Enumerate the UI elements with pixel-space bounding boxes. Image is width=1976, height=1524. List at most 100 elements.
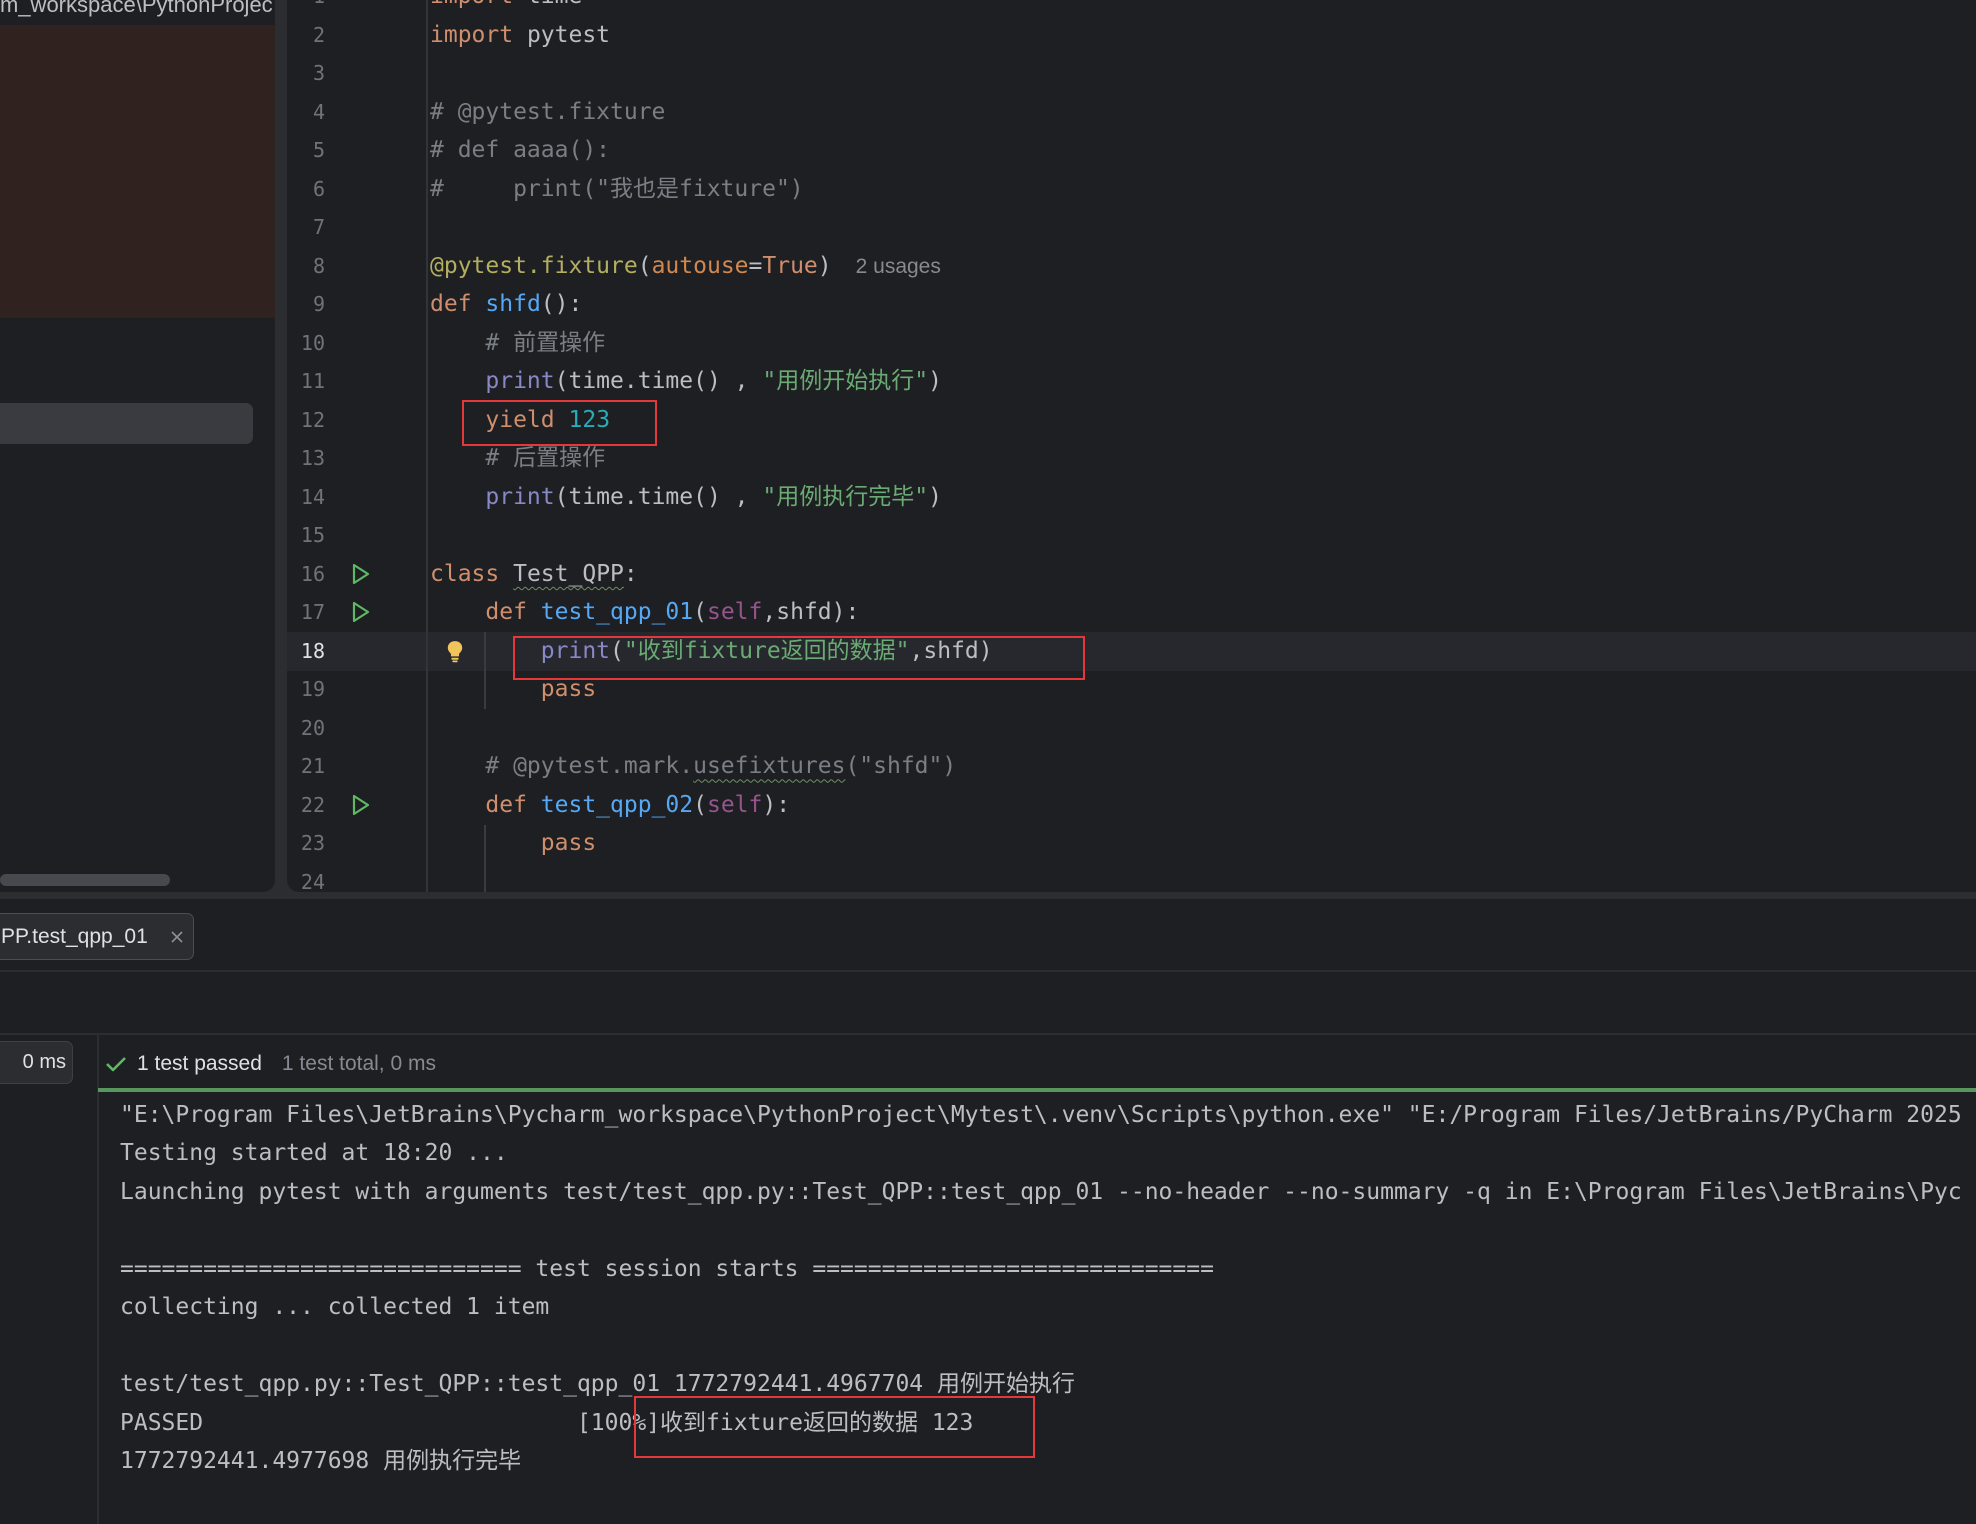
- code-line[interactable]: 20: [287, 709, 1976, 748]
- code-text[interactable]: def shfd():: [430, 285, 582, 324]
- line-number[interactable]: 24: [287, 863, 325, 892]
- code-token: usefixtures: [693, 753, 846, 780]
- run-icon[interactable]: [348, 793, 372, 817]
- line-number[interactable]: 19: [287, 670, 325, 709]
- code-line[interactable]: 16 class Test_QPP:: [287, 555, 1976, 594]
- code-line[interactable]: 11 print(time.time() , "用例开始执行"): [287, 362, 1976, 401]
- line-number[interactable]: 6: [287, 170, 325, 209]
- code-token: class: [430, 560, 500, 587]
- line-number[interactable]: 1: [287, 0, 325, 16]
- project-tree-selected-row[interactable]: [0, 403, 253, 444]
- code-line[interactable]: 3: [287, 54, 1976, 93]
- test-duration[interactable]: 0 ms: [0, 1041, 73, 1084]
- line-number[interactable]: 17: [287, 593, 325, 632]
- code-text[interactable]: print(time.time() , "用例开始执行"): [430, 362, 942, 401]
- code-line[interactable]: 22 def test_qpp_02(self):: [287, 786, 1976, 825]
- line-number[interactable]: 21: [287, 747, 325, 786]
- code-text[interactable]: def test_qpp_01(self,shfd):: [430, 593, 859, 632]
- code-line[interactable]: 9 def shfd():: [287, 285, 1976, 324]
- code-token: test_qpp_01: [540, 599, 694, 626]
- code-token: def: [430, 291, 472, 318]
- code-text[interactable]: print(time.time() , "用例执行完毕"): [430, 478, 942, 517]
- usages-inlay-hint[interactable]: 2 usages: [856, 255, 941, 278]
- line-number[interactable]: 20: [287, 709, 325, 748]
- code-text[interactable]: # @pytest.fixture: [430, 93, 665, 132]
- close-icon[interactable]: [170, 930, 184, 944]
- line-number[interactable]: 22: [287, 786, 325, 825]
- code-token: pass: [540, 830, 597, 857]
- code-text[interactable]: # def aaaa():: [430, 131, 610, 170]
- code-token: pass: [540, 676, 597, 703]
- code-token: ):: [762, 791, 791, 818]
- console-output[interactable]: "E:\Program Files\JetBrains\Pycharm_work…: [120, 1096, 1976, 1481]
- code-line[interactable]: 5 # def aaaa():: [287, 131, 1976, 170]
- line-number[interactable]: 18: [287, 632, 325, 671]
- code-line[interactable]: 4 # @pytest.fixture: [287, 93, 1976, 132]
- code-text[interactable]: pass: [430, 824, 596, 863]
- line-number[interactable]: 16: [287, 555, 325, 594]
- line-number[interactable]: 11: [287, 362, 325, 401]
- code-line[interactable]: 1 import time: [287, 0, 1976, 16]
- code-token: test_qpp_02: [540, 791, 694, 818]
- line-number[interactable]: 9: [287, 285, 325, 324]
- code-token: # def aaaa():: [430, 137, 611, 164]
- code-text[interactable]: # 前置操作: [430, 324, 605, 363]
- code-text[interactable]: # @pytest.mark.usefixtures("shfd"): [430, 747, 956, 786]
- code-line[interactable]: 10 # 前置操作: [287, 324, 1976, 363]
- line-number[interactable]: 13: [287, 439, 325, 478]
- code-token: import: [430, 0, 513, 9]
- line-number[interactable]: 15: [287, 516, 325, 555]
- code-line[interactable]: 21 # @pytest.mark.usefixtures("shfd"): [287, 747, 1976, 786]
- run-tab[interactable]: PP.test_qpp_01: [0, 913, 194, 960]
- code-line[interactable]: 24: [287, 863, 1976, 892]
- project-tree-area[interactable]: [0, 25, 275, 318]
- code-text[interactable]: # print("我也是fixture"): [430, 170, 804, 209]
- code-line[interactable]: 7: [287, 208, 1976, 247]
- line-number[interactable]: 10: [287, 324, 325, 363]
- code-line[interactable]: 8 @pytest.fixture(autouse=True) 2 usages: [287, 247, 1976, 286]
- code-token: :: [623, 560, 638, 587]
- line-number[interactable]: 8: [287, 247, 325, 286]
- code-line[interactable]: 17 def test_qpp_01(self,shfd):: [287, 593, 1976, 632]
- code-token: print: [485, 483, 555, 510]
- code-token: ("shfd"): [845, 753, 957, 780]
- test-progress-bar: [98, 1088, 1976, 1092]
- code-text[interactable]: import pytest: [430, 16, 610, 55]
- code-token: pytest: [513, 21, 611, 48]
- console-line: ============================= test sessi…: [120, 1255, 1214, 1282]
- code-token: @pytest.fixture: [430, 252, 638, 279]
- line-number[interactable]: 7: [287, 208, 325, 247]
- code-token: shfd: [485, 291, 541, 318]
- run-icon[interactable]: [348, 600, 372, 624]
- test-tree-divider[interactable]: [97, 1033, 99, 1524]
- code-editor[interactable]: 1 import time 2 import pytest 34 # @pytest.fi…: [287, 0, 1976, 892]
- code-text[interactable]: import time: [430, 0, 582, 16]
- code-text[interactable]: @pytest.fixture(autouse=True) 2 usages: [430, 247, 941, 286]
- project-path-label[interactable]: m_workspace\PythonProjec: [0, 0, 275, 18]
- code-token: (time.time() ,: [554, 483, 763, 510]
- line-number[interactable]: 4: [287, 93, 325, 132]
- line-number[interactable]: 2: [287, 16, 325, 55]
- line-number[interactable]: 12: [287, 401, 325, 440]
- code-line[interactable]: 14 print(time.time() , "用例执行完毕"): [287, 478, 1976, 517]
- code-line[interactable]: 2 import pytest: [287, 16, 1976, 55]
- run-icon[interactable]: [348, 562, 372, 586]
- line-number[interactable]: 3: [287, 54, 325, 93]
- code-token: import: [430, 21, 514, 48]
- horizontal-scrollbar[interactable]: [0, 874, 170, 886]
- code-text[interactable]: def test_qpp_02(self):: [430, 786, 790, 825]
- code-line[interactable]: 6 # print("我也是fixture"): [287, 170, 1976, 209]
- line-number[interactable]: 5: [287, 131, 325, 170]
- code-line[interactable]: 15: [287, 516, 1976, 555]
- code-token: ,shfd):: [762, 599, 860, 626]
- code-text[interactable]: class Test_QPP:: [430, 555, 638, 594]
- line-number[interactable]: 23: [287, 824, 325, 863]
- line-number[interactable]: 14: [287, 478, 325, 517]
- code-line[interactable]: 23 pass: [287, 824, 1976, 863]
- code-token: # @pytest.fixture: [430, 98, 666, 125]
